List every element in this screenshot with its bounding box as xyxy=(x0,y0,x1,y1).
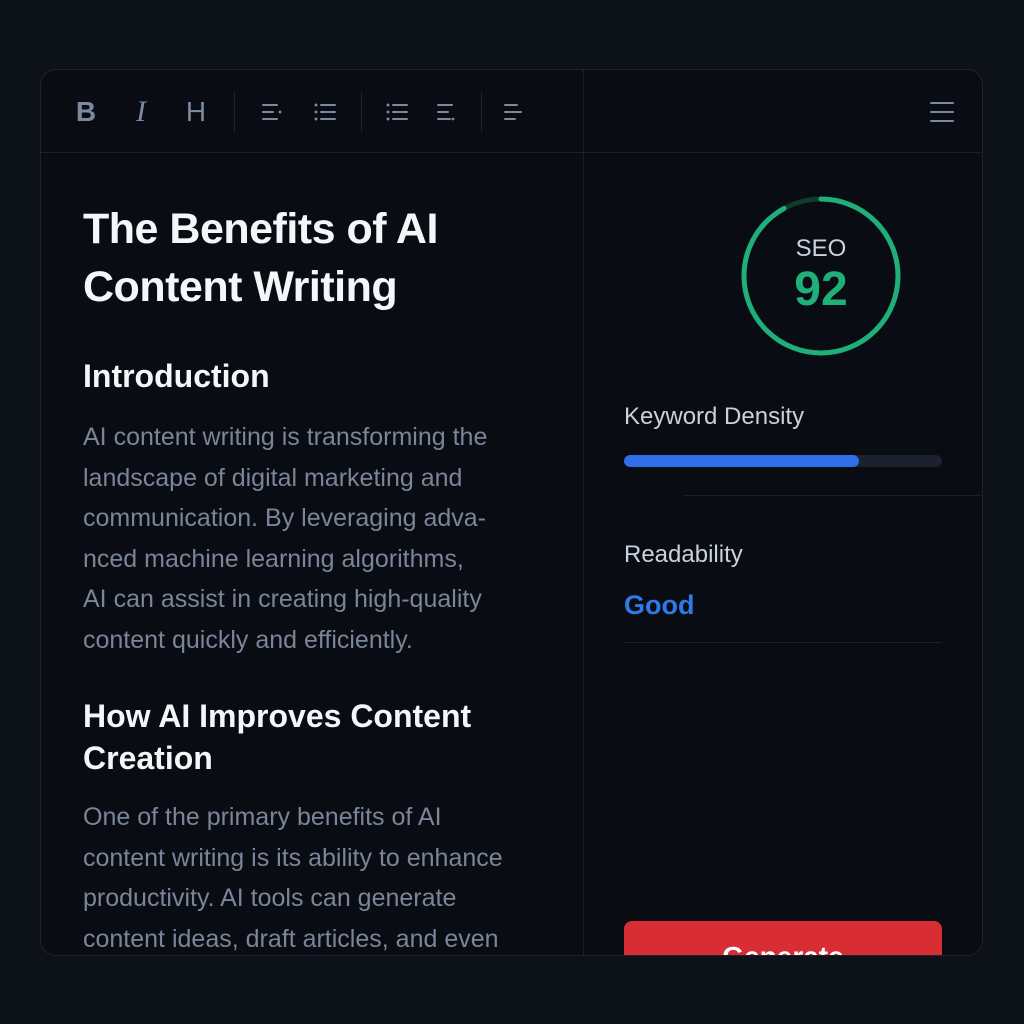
document-title: The Benefits of AI Content Writing xyxy=(83,205,438,311)
seo-sidebar: SEO 92 Keyword Density Readability Good … xyxy=(624,153,982,955)
keyword-density-bar xyxy=(624,455,942,467)
section-heading: How AI Improves Content Creation xyxy=(83,698,472,776)
readability-value: Good xyxy=(624,590,695,620)
bold-button[interactable]: B xyxy=(68,92,104,132)
section-heading: Introduction xyxy=(83,358,270,394)
panel-divider xyxy=(583,70,584,955)
divider xyxy=(624,642,942,643)
numbered-list-button[interactable] xyxy=(379,92,415,132)
indent-button[interactable] xyxy=(496,92,532,132)
divider xyxy=(684,495,982,496)
seo-score: 92 xyxy=(794,263,848,316)
bullet-list-icon xyxy=(314,103,336,121)
toolbar-divider xyxy=(361,92,362,132)
align-left-icon xyxy=(262,104,282,120)
readability-label: Readability xyxy=(624,541,743,568)
italic-button[interactable]: I xyxy=(123,92,159,132)
toolbar-divider xyxy=(481,92,482,132)
align-left-icon xyxy=(504,104,522,120)
section-paragraph: AI content writing is transforming the l… xyxy=(83,423,488,654)
align-right-icon xyxy=(437,104,455,121)
keyword-density-fill xyxy=(624,455,860,467)
align-left-button[interactable] xyxy=(254,92,290,132)
seo-label: SEO xyxy=(795,235,847,262)
align-right-button[interactable] xyxy=(428,92,464,132)
menu-icon xyxy=(930,102,954,122)
bullet-list-button[interactable] xyxy=(307,92,343,132)
document-editor[interactable]: The Benefits of AI Content Writing Intro… xyxy=(83,200,563,955)
heading-button[interactable]: H xyxy=(178,92,214,132)
section-paragraph: One of the primary benefits of AI conten… xyxy=(83,803,503,953)
generate-button[interactable]: Generate xyxy=(624,921,942,955)
editor-window: B I H The Benefits of AI Content Writing… xyxy=(40,69,983,956)
menu-button[interactable] xyxy=(924,92,960,132)
seo-score-gauge: SEO 92 xyxy=(741,196,901,356)
toolbar-divider xyxy=(234,92,235,132)
bullet-list-icon xyxy=(386,103,408,121)
keyword-density-label: Keyword Density xyxy=(624,403,805,430)
formatting-toolbar: B I H xyxy=(41,70,982,153)
